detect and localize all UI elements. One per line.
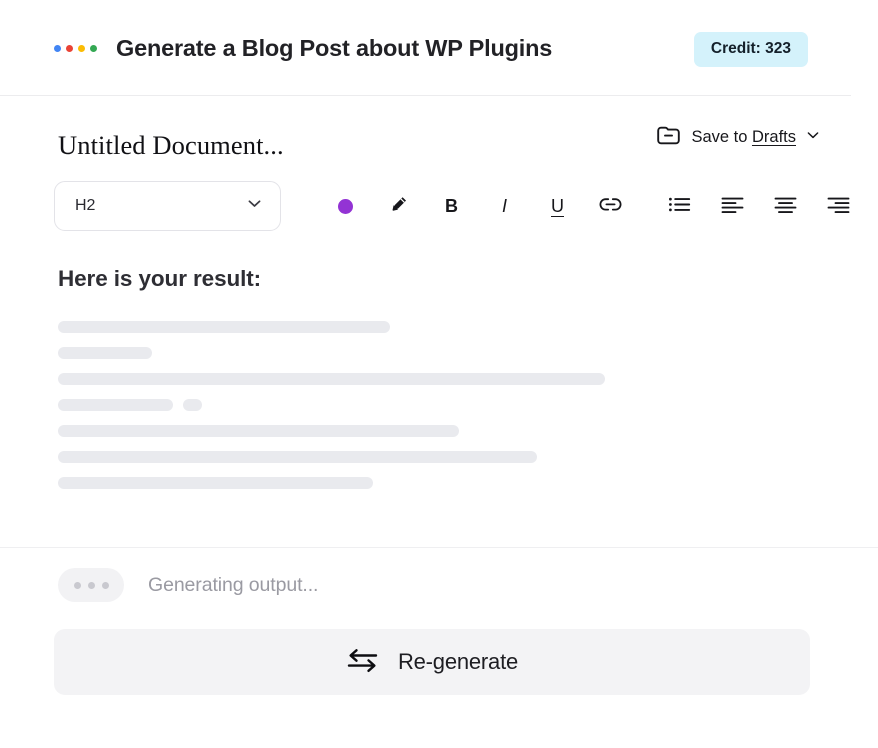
align-center-button[interactable] (759, 186, 812, 226)
two-way-arrows-icon (346, 647, 379, 677)
align-center-icon (774, 195, 797, 217)
skeleton-bar (58, 451, 537, 463)
loader-dot (88, 582, 95, 589)
save-to-label: Save to Drafts (691, 128, 796, 147)
document-title-row: Untitled Document... Save to Drafts (0, 96, 878, 166)
skeleton-chip (183, 399, 202, 411)
bullet-list-button[interactable] (653, 186, 706, 226)
save-to-control[interactable]: Save to Drafts (656, 124, 821, 151)
underline-button[interactable]: U (531, 186, 584, 226)
app-logo (54, 45, 97, 52)
skeleton-row (58, 399, 878, 411)
link-icon (598, 194, 623, 218)
app-window: Generate a Blog Post about WP Plugins Cr… (0, 0, 878, 748)
skeleton-row (58, 477, 878, 489)
document-title[interactable]: Untitled Document... (58, 130, 284, 161)
skeleton-row (58, 373, 878, 385)
save-to-prefix: Save to (691, 128, 752, 146)
skeleton-row (58, 321, 878, 333)
skeleton-spacer (58, 385, 878, 399)
skeleton-spacer (58, 333, 878, 347)
skeleton-spacer (58, 359, 878, 373)
folder-minus-icon (656, 124, 681, 151)
chevron-down-icon[interactable] (805, 127, 821, 148)
align-left-button[interactable] (706, 186, 759, 226)
editor-body[interactable]: Here is your result: (0, 236, 878, 536)
bold-button[interactable]: B (425, 186, 478, 226)
section-divider (0, 547, 878, 548)
loader-dot (102, 582, 109, 589)
regenerate-button[interactable]: Re-generate (54, 629, 810, 695)
skeleton-spacer (58, 463, 878, 477)
align-right-button[interactable] (812, 186, 865, 226)
skeleton-spacer (58, 437, 878, 451)
logo-dot-yellow (78, 45, 85, 52)
format-tools: B I U (319, 186, 865, 226)
loading-indicator (58, 568, 124, 602)
generation-status: Generating output... (58, 568, 318, 602)
skeleton-row (58, 425, 878, 437)
skeleton-spacer (58, 411, 878, 425)
highlighter-button[interactable] (372, 186, 425, 226)
skeleton-bar (58, 373, 605, 385)
status-text: Generating output... (148, 574, 318, 597)
skeleton-bar (58, 347, 152, 359)
loader-dot (74, 582, 81, 589)
underline-icon: U (551, 196, 564, 217)
highlighter-icon (387, 193, 410, 219)
italic-icon: I (502, 196, 507, 217)
skeleton-bar (58, 477, 373, 489)
editor-toolbar: H2 B (0, 166, 878, 236)
credit-badge: Credit: 323 (694, 32, 808, 67)
page-title: Generate a Blog Post about WP Plugins (116, 35, 552, 62)
app-header: Generate a Blog Post about WP Plugins Cr… (0, 0, 878, 96)
logo-dot-blue (54, 45, 61, 52)
skeleton-row (58, 347, 878, 359)
bulleted-list-icon (668, 195, 691, 217)
skeleton-row (58, 451, 878, 463)
bold-icon: B (445, 196, 458, 217)
align-right-icon (827, 195, 850, 217)
text-color-swatch[interactable] (319, 186, 372, 226)
logo-dot-red (66, 45, 73, 52)
regenerate-label: Re-generate (398, 649, 518, 675)
link-button[interactable] (584, 186, 637, 226)
skeleton-bar (58, 321, 390, 333)
italic-button[interactable]: I (478, 186, 531, 226)
skeleton-bar (58, 425, 459, 437)
chevron-down-icon (245, 194, 264, 218)
color-dot-icon (338, 199, 353, 214)
skeleton-bar (58, 399, 173, 411)
result-heading: Here is your result: (58, 266, 878, 292)
save-to-target[interactable]: Drafts (752, 128, 796, 146)
block-style-value: H2 (75, 197, 95, 215)
block-style-select[interactable]: H2 (54, 181, 281, 231)
align-left-icon (721, 195, 744, 217)
logo-dot-green (90, 45, 97, 52)
